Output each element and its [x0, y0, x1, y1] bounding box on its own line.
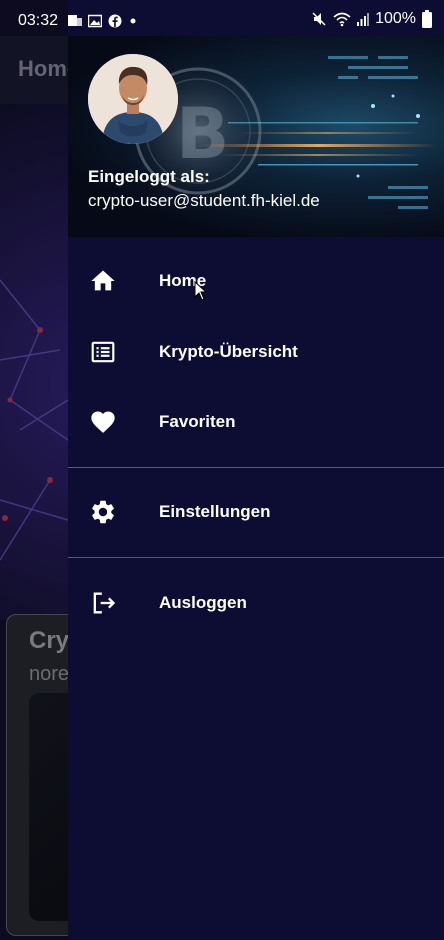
menu-label-krypto-uebersicht: Krypto-Übersicht — [159, 342, 298, 361]
menu-item-krypto-uebersicht[interactable]: Krypto-Übersicht — [68, 322, 444, 382]
menu-divider — [68, 467, 444, 468]
status-bar: 03:32 100% — [0, 0, 444, 44]
menu-item-home[interactable]: Home — [68, 251, 444, 311]
gear-icon — [88, 497, 118, 527]
logout-icon — [88, 588, 118, 618]
mute-icon — [312, 12, 326, 26]
signal-icon — [357, 13, 370, 26]
home-icon — [88, 266, 118, 296]
avatar-image — [88, 54, 178, 144]
status-time: 03:32 — [18, 12, 59, 29]
menu-item-einstellungen[interactable]: Einstellungen — [68, 482, 444, 542]
menu-item-favoriten[interactable]: Favoriten — [68, 392, 444, 452]
menu-label-einstellungen: Einstellungen — [159, 502, 271, 521]
facebook-notification-icon — [108, 14, 122, 28]
notification-icons — [68, 14, 138, 28]
list-icon — [88, 337, 118, 367]
menu-divider — [68, 557, 444, 558]
menu-item-ausloggen[interactable]: Ausloggen — [68, 573, 444, 633]
svg-text:B: B — [176, 93, 229, 175]
battery-icon — [422, 10, 432, 28]
teams-notification-icon — [68, 15, 82, 26]
status-right-icons: 100% — [311, 10, 432, 28]
wifi-icon — [333, 12, 351, 27]
mouse-cursor-icon — [194, 281, 208, 301]
user-avatar — [88, 54, 178, 144]
user-email: crypto-user@student.fh-kiel.de — [88, 191, 320, 210]
drawer-header: B Eingeloggt als: crypto-user@student.fh… — [68, 36, 444, 237]
battery-percentage: 100% — [375, 10, 416, 27]
gallery-notification-icon — [88, 14, 102, 28]
menu-label-favoriten: Favoriten — [159, 412, 236, 431]
navigation-drawer: B Eingeloggt als: crypto-user@student.fh… — [68, 0, 444, 940]
dot-icon — [130, 18, 136, 24]
heart-icon — [88, 407, 118, 437]
logged-in-label: Eingeloggt als: — [88, 167, 210, 186]
menu-label-ausloggen: Ausloggen — [159, 593, 247, 612]
screen: Home Cry nore 03:32 100% B Eingeloggt al… — [0, 0, 444, 940]
